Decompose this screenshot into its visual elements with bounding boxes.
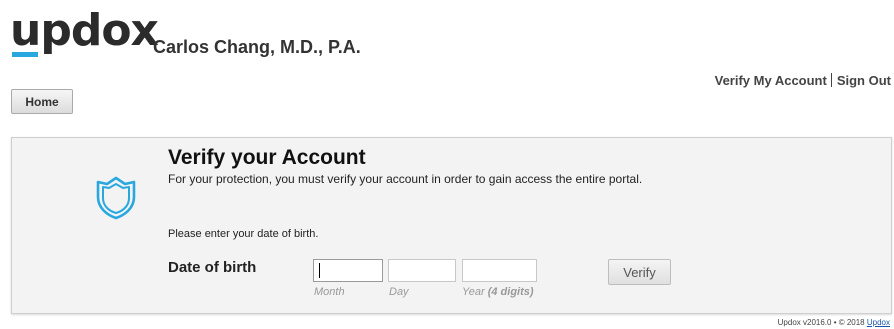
dob-label: Date of birth xyxy=(168,259,257,276)
day-hint: Day xyxy=(389,286,409,298)
year-hint: Year (4 digits) xyxy=(462,286,534,298)
footer: Updox v2016.0 • © 2018 Updox xyxy=(778,318,890,327)
sign-out-link[interactable]: Sign Out xyxy=(837,73,891,88)
verify-description: For your protection, you must verify you… xyxy=(168,172,643,186)
shield-icon xyxy=(96,176,136,220)
month-hint: Month xyxy=(314,286,345,298)
footer-version-text: Updox v2016.0 • © 2018 xyxy=(777,318,865,327)
logo-text: updox xyxy=(10,5,159,56)
year-hint-label: Year xyxy=(462,286,485,298)
dob-prompt: Please enter your date of birth. xyxy=(168,228,319,240)
text-caret xyxy=(319,263,320,278)
verify-button[interactable]: Verify xyxy=(608,259,671,285)
dob-day-input[interactable] xyxy=(388,259,456,282)
home-button[interactable]: Home xyxy=(11,89,73,114)
logo-accent-bar xyxy=(12,52,38,57)
link-divider xyxy=(830,73,832,87)
year-hint-digits: (4 digits) xyxy=(487,286,534,298)
account-links: Verify My Account Sign Out xyxy=(715,73,891,88)
page-title: Verify your Account xyxy=(168,146,366,169)
practice-name: Carlos Chang, M.D., P.A. xyxy=(153,37,361,57)
dob-month-input[interactable] xyxy=(313,259,383,282)
verify-account-panel: Verify your Account For your protection,… xyxy=(11,137,892,314)
footer-updox-link[interactable]: Updox xyxy=(867,318,890,327)
verify-my-account-link[interactable]: Verify My Account xyxy=(715,73,827,88)
dob-year-input[interactable] xyxy=(462,259,537,282)
